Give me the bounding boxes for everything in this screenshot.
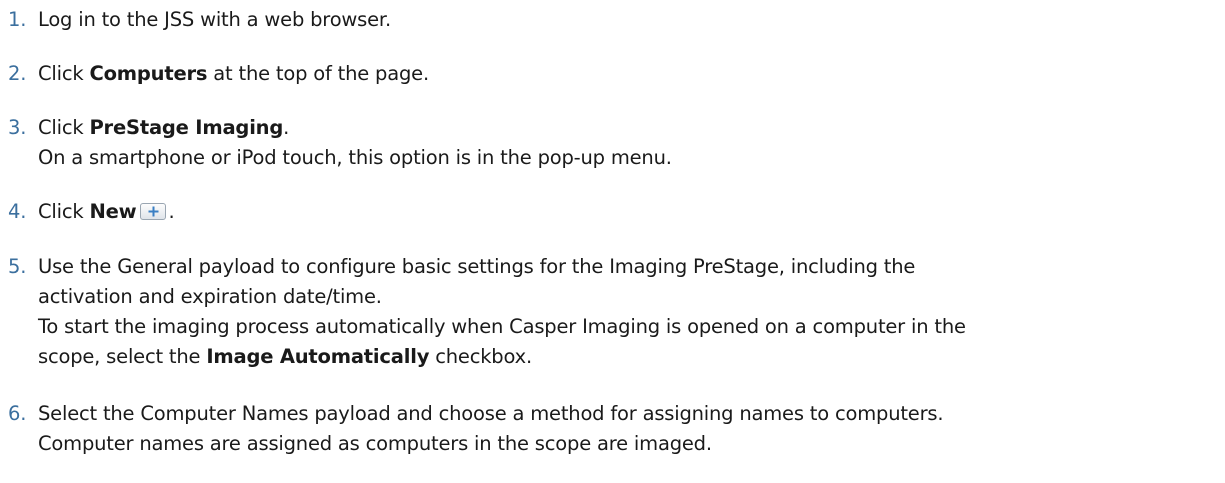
step-3: 3. Click PreStage Imaging. On a smartpho…	[0, 113, 1225, 173]
step-2: 2. Click Computers at the top of the pag…	[0, 59, 1225, 89]
step-note-lead: scope, select the	[38, 345, 207, 368]
step-number: 1.	[8, 8, 27, 31]
step-number: 6.	[8, 402, 27, 425]
step-text: Log in to the JSS with a web browser.	[38, 8, 391, 31]
step-text-tail: .	[283, 116, 290, 139]
step-text-lead: Click	[38, 116, 90, 139]
step-text-lead: Click	[38, 62, 90, 85]
step-text-tail: at the top of the page.	[207, 62, 429, 85]
step-number: 4.	[8, 200, 27, 223]
step-6: 6. Select the Computer Names payload and…	[0, 399, 1225, 459]
step-text-lead: Click	[38, 200, 90, 223]
step-note-line-1: To start the imaging process automatical…	[38, 315, 966, 338]
step-text: Click Computers at the top of the page.	[38, 59, 1225, 89]
ui-term-computers: Computers	[89, 62, 208, 85]
new-button-plus-icon	[140, 203, 167, 220]
plus-icon	[148, 206, 159, 217]
step-note-tail: checkbox.	[429, 345, 532, 368]
step-1: 1. Log in to the JSS with a web browser.	[0, 5, 1225, 35]
step-text-line-2: activation and expiration date/time.	[38, 285, 382, 308]
step-text: Click PreStage Imaging.	[38, 113, 1225, 143]
step-text-tail: .	[168, 200, 175, 223]
step-text: Click New.	[38, 197, 1225, 227]
step-5: 5. Use the General payload to configure …	[0, 252, 1225, 372]
ui-term-prestage-imaging: PreStage Imaging	[89, 116, 284, 139]
step-text-line-1: Select the Computer Names payload and ch…	[38, 402, 944, 425]
step-4: 4. Click New.	[0, 197, 1225, 227]
step-number: 5.	[8, 255, 27, 278]
step-text-line-1: Use the General payload to configure bas…	[38, 255, 916, 278]
step-text-line-2: Computer names are assigned as computers…	[38, 432, 712, 455]
step-number: 3.	[8, 116, 27, 139]
step-number: 2.	[8, 62, 27, 85]
ui-term-new: New	[89, 200, 137, 223]
step-note: On a smartphone or iPod touch, this opti…	[38, 146, 672, 169]
step-note-line-2: scope, select the Image Automatically ch…	[38, 342, 1225, 372]
ui-term-image-automatically: Image Automatically	[206, 345, 430, 368]
